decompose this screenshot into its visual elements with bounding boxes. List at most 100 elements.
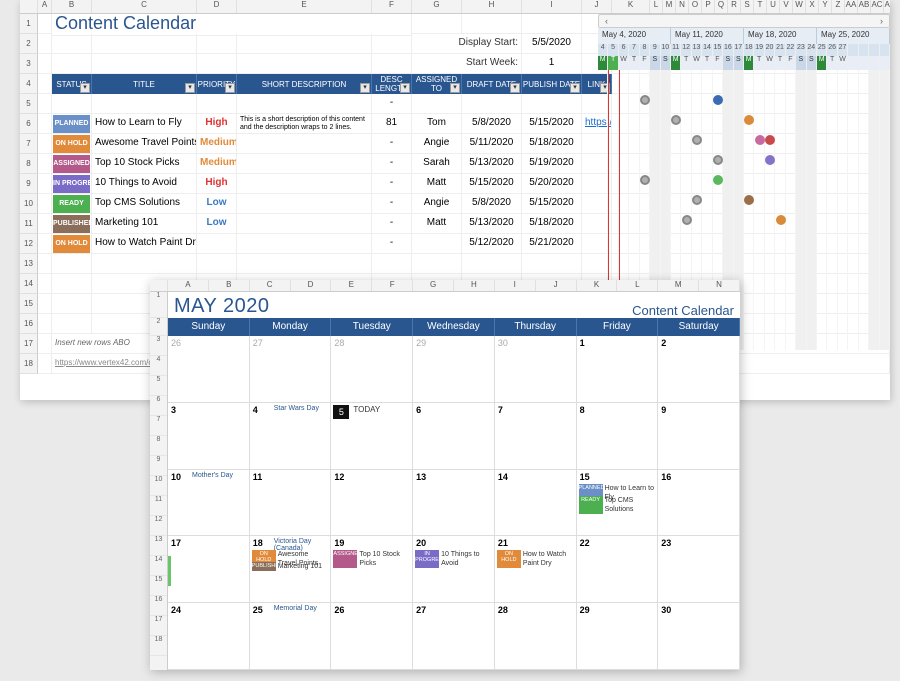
blank-cell[interactable] (38, 134, 52, 154)
short-desc-cell[interactable] (237, 214, 372, 234)
start-week-value[interactable]: 1 (522, 54, 582, 74)
blank-cell[interactable] (52, 274, 92, 294)
status-badge[interactable]: IN PROGRESS (53, 175, 90, 193)
column-letter[interactable]: A (38, 0, 52, 13)
day-cell[interactable]: 22 (577, 536, 659, 603)
blank-cell[interactable] (38, 254, 52, 274)
row-number[interactable]: 5 (20, 94, 38, 114)
column-letter[interactable]: H (454, 280, 495, 291)
row-number[interactable]: 11 (150, 496, 167, 516)
assigned-cell[interactable] (412, 234, 462, 254)
column-header[interactable]: PRIORITY (197, 74, 237, 94)
column-letter[interactable]: I (495, 280, 536, 291)
day-cell[interactable]: 24 (168, 603, 250, 670)
row-number[interactable]: 2 (150, 318, 167, 336)
day-cell[interactable]: 30 (495, 336, 577, 403)
filter-arrow-icon[interactable] (400, 83, 410, 93)
blank-cell[interactable] (412, 94, 462, 114)
assigned-cell[interactable]: Tom (412, 114, 462, 134)
status-cell[interactable]: PUBLISHED (52, 214, 92, 234)
priority-cell[interactable]: High (197, 114, 237, 134)
row-number[interactable]: 10 (150, 476, 167, 496)
blank-cell[interactable] (52, 34, 92, 54)
title-cell[interactable]: Marketing 101 (92, 214, 197, 234)
day-cell[interactable]: 11 (250, 470, 332, 537)
filter-arrow-icon[interactable] (450, 83, 460, 93)
column-letter[interactable]: C (92, 0, 197, 13)
column-letter[interactable]: E (237, 0, 372, 13)
calendar-event[interactable]: PUBLISHEDMarketing 101 (252, 562, 329, 571)
blank-cell[interactable] (52, 254, 92, 274)
column-letter[interactable]: K (612, 0, 650, 13)
column-letter[interactable]: T (754, 0, 767, 13)
blank-cell[interactable] (197, 34, 237, 54)
blank-cell[interactable] (197, 54, 237, 74)
column-letter[interactable]: I (522, 0, 582, 13)
assigned-cell[interactable]: Angie (412, 134, 462, 154)
row-number[interactable]: 17 (20, 334, 38, 354)
row-number[interactable]: 1 (150, 292, 167, 318)
priority-cell[interactable]: Low (197, 194, 237, 214)
blank-cell[interactable] (462, 94, 522, 114)
blank-cell[interactable] (52, 54, 92, 74)
publish-date-cell[interactable]: 5/21/2020 (522, 234, 582, 254)
draft-date-cell[interactable]: 5/13/2020 (462, 214, 522, 234)
row-number[interactable]: 8 (20, 154, 38, 174)
blank-cell[interactable] (522, 14, 582, 34)
short-desc-cell[interactable]: This is a short description of this cont… (237, 114, 372, 134)
column-letter[interactable]: AB (858, 0, 871, 13)
column-letter[interactable]: W (793, 0, 806, 13)
row-number[interactable]: 16 (150, 596, 167, 616)
row-number[interactable]: 3 (20, 54, 38, 74)
blank-cell[interactable] (38, 274, 52, 294)
status-badge[interactable]: READY (53, 195, 90, 213)
status-cell[interactable]: ON HOLD (52, 234, 92, 254)
desc-length-cell[interactable]: - (372, 94, 412, 114)
day-cell[interactable]: 14 (495, 470, 577, 537)
short-desc-cell[interactable] (237, 174, 372, 194)
day-cell[interactable]: 3 (168, 403, 250, 470)
month-calendar-sheet[interactable]: ABCDEFGHIJKLMN 1234567891011121314151617… (150, 280, 740, 670)
column-letter[interactable]: V (780, 0, 793, 13)
column-letter[interactable] (20, 0, 38, 13)
draft-date-cell[interactable]: 5/11/2020 (462, 134, 522, 154)
blank-cell[interactable] (38, 194, 52, 214)
column-letter[interactable]: B (209, 280, 250, 291)
day-cell[interactable]: 23 (658, 536, 740, 603)
calendar-event[interactable]: ASSIGNEDTop 10 Stock Picks (333, 550, 410, 568)
publish-date-cell[interactable]: 5/18/2020 (522, 134, 582, 154)
status-cell[interactable]: PLANNED (52, 114, 92, 134)
row-number[interactable]: 10 (20, 194, 38, 214)
month-grid[interactable]: 26272829301234Star Wars Day5TODAY678910M… (168, 336, 740, 670)
row-number[interactable]: 6 (150, 396, 167, 416)
day-cell[interactable]: 16 (658, 470, 740, 537)
priority-cell[interactable]: Medium (197, 154, 237, 174)
priority-cell[interactable] (197, 234, 237, 254)
display-start-value[interactable]: 5/5/2020 (522, 34, 582, 54)
calendar-event[interactable]: ON HOLDHow to Watch Paint Dry (497, 550, 574, 568)
publish-date-cell[interactable]: 5/20/2020 (522, 174, 582, 194)
assigned-cell[interactable]: Angie (412, 194, 462, 214)
column-letter[interactable]: R (728, 0, 741, 13)
blank-cell[interactable] (38, 234, 52, 254)
priority-cell[interactable]: Low (197, 214, 237, 234)
day-cell[interactable]: 26 (331, 603, 413, 670)
status-badge[interactable]: ON HOLD (53, 135, 90, 153)
row-number[interactable]: 13 (20, 254, 38, 274)
row-number[interactable]: 9 (20, 174, 38, 194)
column-letter[interactable]: N (676, 0, 689, 13)
publish-date-cell[interactable]: 5/18/2020 (522, 214, 582, 234)
blank-cell[interactable] (52, 314, 92, 334)
column-letter[interactable] (150, 280, 168, 291)
column-header[interactable]: DESC LENGTH (372, 74, 412, 94)
blank-cell[interactable] (197, 94, 237, 114)
day-cell[interactable]: 21ON HOLDHow to Watch Paint Dry (495, 536, 577, 603)
day-cell[interactable]: 29 (577, 603, 659, 670)
day-cell[interactable]: 10Mother's Day (168, 470, 250, 537)
draft-date-cell[interactable]: 5/15/2020 (462, 174, 522, 194)
row-number[interactable]: 7 (150, 416, 167, 436)
row-number[interactable]: 15 (20, 294, 38, 314)
column-letter[interactable]: AA (845, 0, 858, 13)
column-letter[interactable]: D (291, 280, 332, 291)
column-letter[interactable]: G (412, 0, 462, 13)
